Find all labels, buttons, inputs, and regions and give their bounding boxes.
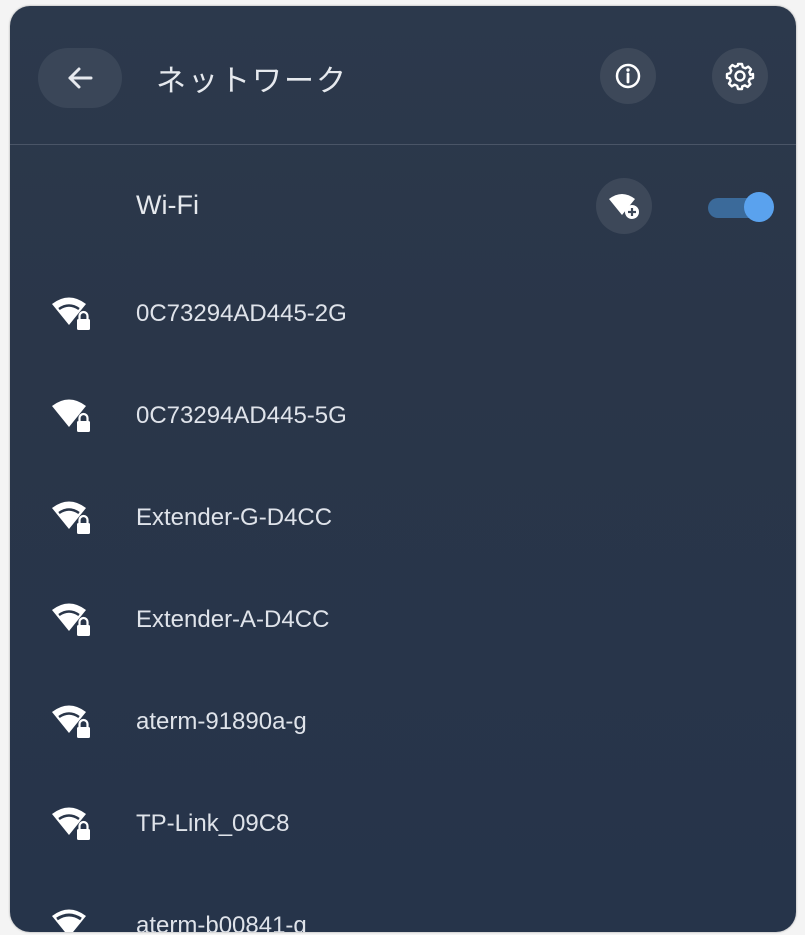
wifi-locked-icon — [52, 297, 90, 330]
network-name: aterm-91890a-g — [136, 708, 307, 735]
network-name: 0C73294AD445-5G — [136, 402, 347, 429]
header: ネットワーク — [10, 6, 796, 144]
arrow-left-icon — [68, 67, 93, 89]
network-list: 0C73294AD445-2G 0C73294AD445-5G Extender… — [10, 258, 796, 932]
info-icon — [615, 63, 641, 89]
network-item[interactable]: TP-Link_09C8 — [10, 768, 796, 870]
wifi-locked-icon — [52, 807, 90, 840]
wifi-toggle[interactable] — [706, 192, 774, 222]
network-item[interactable]: Extender-A-D4CC — [10, 564, 796, 666]
network-name: TP-Link_09C8 — [136, 810, 290, 837]
network-name: Extender-A-D4CC — [136, 606, 330, 633]
wifi-label: Wi-Fi — [136, 190, 199, 220]
network-item[interactable]: aterm-b00841-g — [10, 870, 796, 932]
wifi-icon — [52, 909, 86, 932]
wifi-locked-icon — [52, 603, 90, 636]
network-item[interactable]: 0C73294AD445-5G — [10, 360, 796, 462]
network-item[interactable]: Extender-G-D4CC — [10, 462, 796, 564]
wifi-locked-icon — [52, 399, 90, 432]
info-button[interactable] — [600, 48, 656, 104]
page-title: ネットワーク — [156, 65, 348, 98]
gear-icon — [725, 62, 755, 91]
network-name: aterm-b00841-g — [136, 912, 307, 932]
network-name: Extender-G-D4CC — [136, 504, 333, 531]
network-panel: ネットワーク Wi-Fi 0C73294AD445-2G 0C73294AD44… — [10, 6, 796, 932]
wifi-row: Wi-Fi — [10, 164, 796, 248]
toggle-thumb — [744, 192, 774, 222]
header-divider — [10, 144, 796, 145]
back-button[interactable] — [38, 48, 122, 108]
wifi-locked-icon — [52, 501, 90, 534]
settings-button[interactable] — [712, 48, 768, 104]
add-network-button[interactable] — [596, 178, 652, 234]
wifi-add-icon — [609, 194, 639, 219]
network-name: 0C73294AD445-2G — [136, 300, 347, 327]
network-item[interactable]: 0C73294AD445-2G — [10, 258, 796, 360]
wifi-locked-icon — [52, 705, 90, 738]
network-item[interactable]: aterm-91890a-g — [10, 666, 796, 768]
